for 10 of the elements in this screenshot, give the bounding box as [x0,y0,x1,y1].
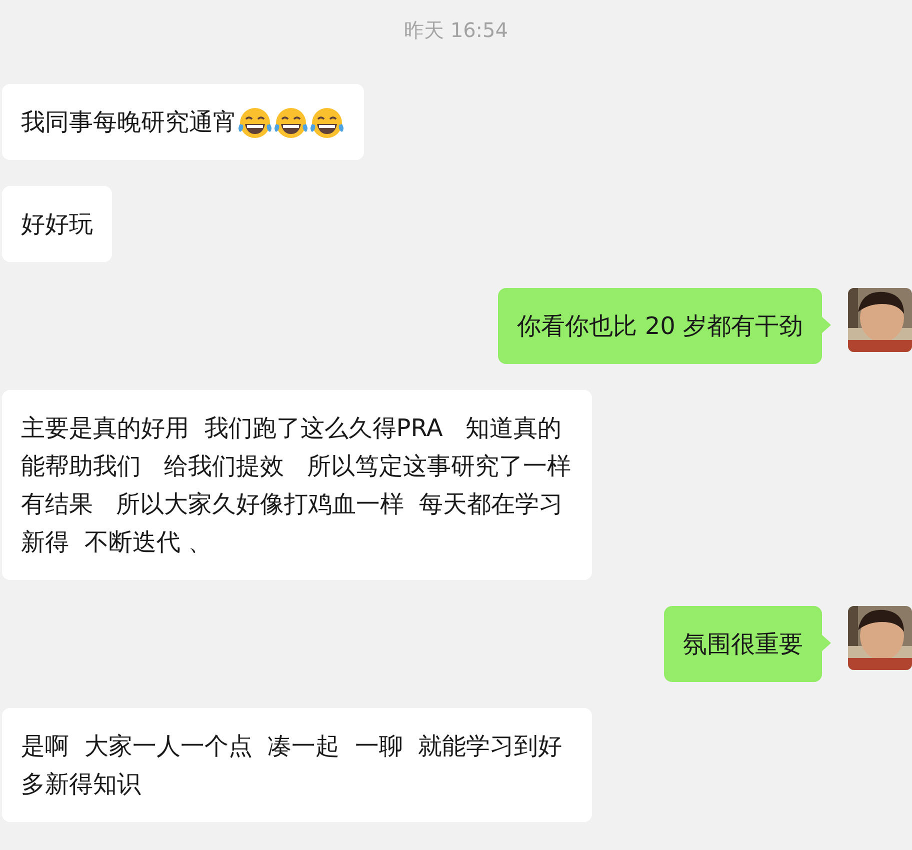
message-bubble: 主要是真的好用 我们跑了这么久得PRA 知道真的能帮助我们 给我们提效 所以笃定这事研究了一样有结果 所以大家久好像打鸡血一样 每天都在学习新得 不断迭代 、 [2,390,592,580]
laughing-tears-icon [237,106,273,140]
message-bubble: 我同事每晚研究通宵 [2,84,364,160]
laughing-tears-icon [309,106,345,140]
laughing-tears-icon [273,106,309,140]
timestamp: 昨天 16:54 [404,17,508,44]
message-bubble: 是啊 大家一人一个点 凑一起 一聊 就能学习到好多新得知识 [2,708,592,822]
message-bubble: 好好玩 [2,186,112,262]
bubble-tail [821,634,831,652]
bubble-tail [821,316,831,334]
